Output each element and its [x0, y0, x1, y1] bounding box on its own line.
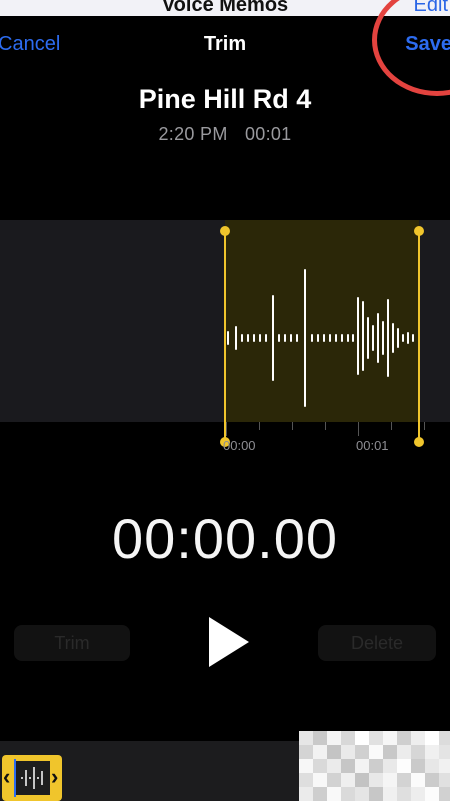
chevron-left-icon: ‹: [3, 764, 11, 789]
trim-handle-right[interactable]: [418, 228, 420, 442]
delete-button[interactable]: Delete: [318, 625, 436, 661]
tick-label-end: 00:01: [356, 438, 389, 453]
mini-waveform: [21, 767, 43, 789]
chevron-right-icon: ›: [51, 764, 59, 789]
tick-mark: [424, 422, 425, 430]
play-button[interactable]: [203, 614, 253, 670]
trim-handle-right-top-dot[interactable]: [414, 226, 424, 236]
recording-meta: 2:20 PM 00:01: [0, 124, 450, 145]
tick-mark: [259, 422, 260, 430]
tick-mark: [292, 422, 293, 430]
pixelated-keyboard-corner: [299, 731, 450, 801]
tick-mark: [226, 422, 227, 436]
overview-waveform: [14, 761, 50, 795]
tick-mark: [391, 422, 392, 430]
voice-memos-trim-screen: Voice Memos Edit Cancel Trim Save Pine H…: [0, 0, 450, 801]
trim-button[interactable]: Trim: [14, 625, 130, 661]
overview-playhead[interactable]: [14, 759, 16, 797]
annotation-circle: [372, 0, 450, 96]
recording-time: 2:20 PM: [158, 124, 228, 144]
recording-duration: 00:01: [244, 124, 292, 144]
play-icon: [209, 617, 249, 667]
overview-trim-selector[interactable]: ‹ ›: [2, 755, 62, 801]
tick-mark: [325, 422, 326, 430]
recording-name: Pine Hill Rd 4: [138, 84, 312, 114]
time-ruler: 00:00 00:01: [0, 422, 450, 453]
tick-mark: [358, 422, 359, 436]
tick-label-start: 00:00: [223, 438, 256, 453]
trim-handle-left-top-dot[interactable]: [220, 226, 230, 236]
trim-handle-left[interactable]: [224, 228, 226, 442]
playback-timer: 00:00.00: [112, 507, 338, 570]
